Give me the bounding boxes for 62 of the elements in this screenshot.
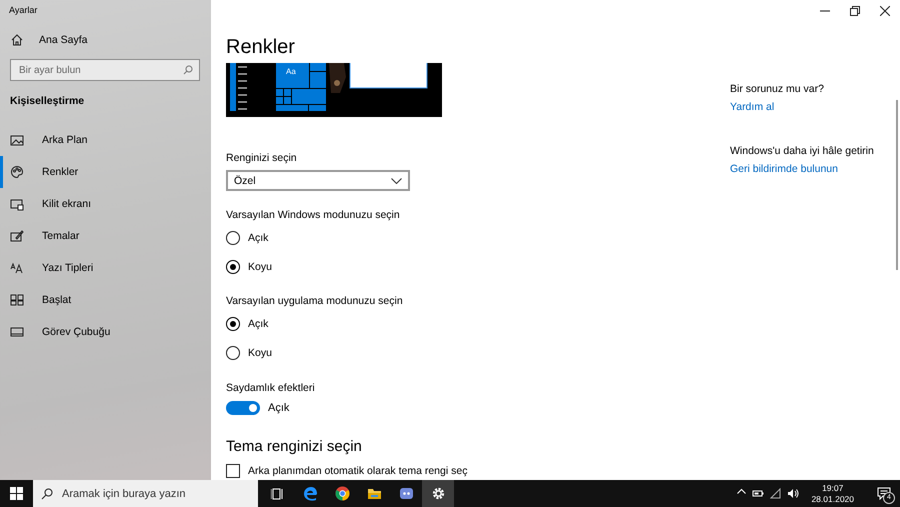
toggle-label: Saydamlık efektleri: [226, 381, 315, 396]
lock-screen-icon: [10, 197, 24, 211]
taskbar-icon: [10, 325, 24, 339]
edge-icon: [302, 486, 318, 501]
section-heading: Tema renginizi seçin: [226, 437, 362, 457]
group-label: Varsayılan uygulama modunuzu seçin: [226, 294, 403, 309]
sidebar-item[interactable]: Kilit ekranı: [0, 188, 211, 220]
settings-icon: [430, 486, 446, 501]
taskbar-search-field[interactable]: Aramak için buraya yazın: [33, 480, 258, 507]
taskbar-app-button[interactable]: [422, 480, 454, 507]
radio-label: Açık: [248, 232, 268, 244]
windows-logo-icon: [10, 487, 23, 500]
palette-icon: [10, 165, 24, 179]
radio-button[interactable]: [226, 231, 240, 245]
speaker-icon[interactable]: [787, 488, 800, 499]
help-heading: Bir sorunuz mu var?: [730, 82, 824, 97]
sidebar-item[interactable]: Yazı Tipleri: [0, 252, 211, 284]
sidebar-item[interactable]: Temalar: [0, 220, 211, 252]
task-view-icon: [270, 486, 286, 501]
chrome-icon: [334, 486, 350, 501]
radio-button[interactable]: [226, 260, 240, 274]
section-heading: Kişiselleştirme: [10, 94, 84, 109]
clock-date[interactable]: 28.01.2020: [811, 494, 854, 504]
wifi-icon[interactable]: [770, 488, 782, 499]
group-label: Varsayılan Windows modunuzu seçin: [226, 208, 400, 223]
checkbox[interactable]: [226, 464, 240, 478]
close-icon: [880, 6, 890, 16]
search-icon: [41, 488, 53, 500]
field-label: Renginizi seçin: [226, 151, 297, 166]
search-field[interactable]: Bir ayar bulun: [10, 59, 200, 81]
search-icon: [183, 65, 193, 75]
home-icon: [10, 33, 24, 47]
chevron-icon: [391, 178, 402, 184]
help-link[interactable]: Geri bildirimde bulunun: [730, 161, 838, 177]
radio-label: Açık: [248, 318, 268, 330]
sample-text: Aa: [286, 67, 296, 76]
help-heading: Windows'u daha iyi hâle getirin: [730, 144, 874, 159]
sidebar-item[interactable]: Görev Çubuğu: [0, 316, 211, 348]
color-dropdown[interactable]: Özel: [226, 170, 410, 191]
folder-icon: [366, 486, 382, 501]
chat-app-icon: [398, 486, 414, 501]
sidebar-item[interactable]: Arka Plan: [0, 124, 211, 156]
tiles-icon: [10, 293, 24, 307]
checkbox-label: Arka planımdan otomatik olarak tema rengi seç: [248, 465, 468, 477]
sidebar-item[interactable]: Başlat: [0, 284, 211, 316]
toggle-state: Açık: [268, 402, 290, 414]
battery-icon[interactable]: [752, 488, 764, 499]
font-icon: [10, 261, 24, 275]
maximize-icon: [850, 6, 860, 16]
home-link[interactable]: Ana Sayfa: [39, 34, 88, 46]
radio-label: Koyu: [248, 347, 272, 359]
scrollbar[interactable]: [896, 100, 898, 270]
radio-button[interactable]: [226, 317, 240, 331]
picture-icon: [10, 133, 24, 147]
radio-label: Koyu: [248, 261, 272, 273]
radio-button[interactable]: [226, 346, 240, 360]
toggle-switch[interactable]: [226, 401, 260, 415]
window-title: Ayarlar: [8, 4, 38, 17]
brush-icon: [10, 229, 24, 243]
clock-time[interactable]: 19:07: [822, 482, 844, 494]
help-link[interactable]: Yardım al: [730, 99, 774, 115]
page-title: Renkler: [226, 35, 295, 60]
